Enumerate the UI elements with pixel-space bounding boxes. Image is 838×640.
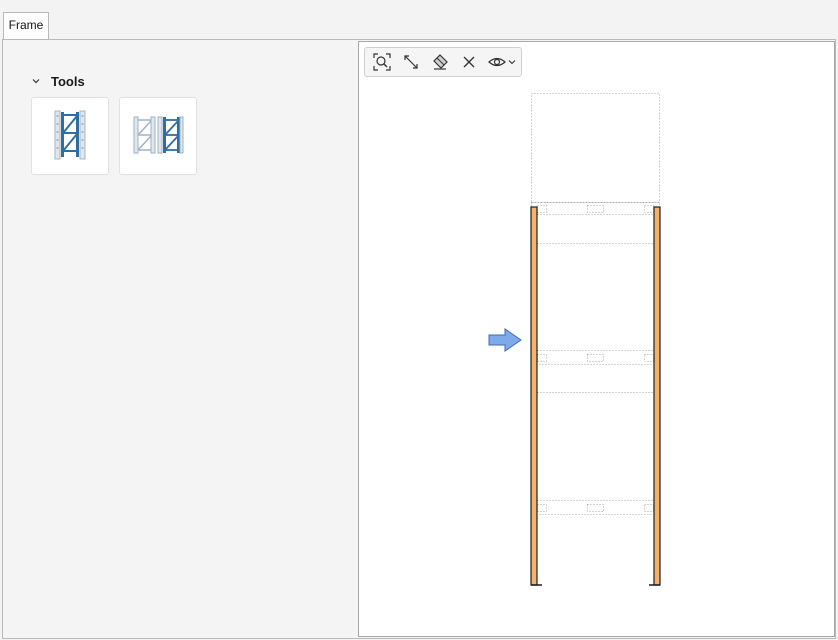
chevron-down-icon[interactable]	[31, 76, 41, 86]
tools-section-title: Tools	[51, 73, 85, 89]
beam-level-3	[531, 500, 660, 515]
insert-arrow-icon[interactable]	[488, 328, 522, 352]
tools-pane: Tools	[3, 40, 357, 638]
tools-section-header[interactable]: Tools	[31, 72, 85, 90]
tab-strip: Frame	[0, 0, 838, 40]
double-frame-tool-button[interactable]	[119, 97, 197, 175]
top-level-area	[531, 93, 660, 203]
single-frame-icon	[52, 109, 88, 164]
single-frame-tool-button[interactable]	[31, 97, 109, 175]
beam-level-2	[531, 350, 660, 393]
double-frame-icon	[132, 115, 184, 158]
tab-frame[interactable]: Frame	[3, 12, 49, 40]
beam-level-1	[531, 202, 660, 244]
frame-drawing	[488, 93, 661, 586]
drawing-viewport[interactable]	[358, 41, 835, 637]
left-upright[interactable]	[530, 206, 542, 586]
right-upright[interactable]	[649, 206, 661, 586]
tab-frame-label: Frame	[8, 18, 44, 32]
